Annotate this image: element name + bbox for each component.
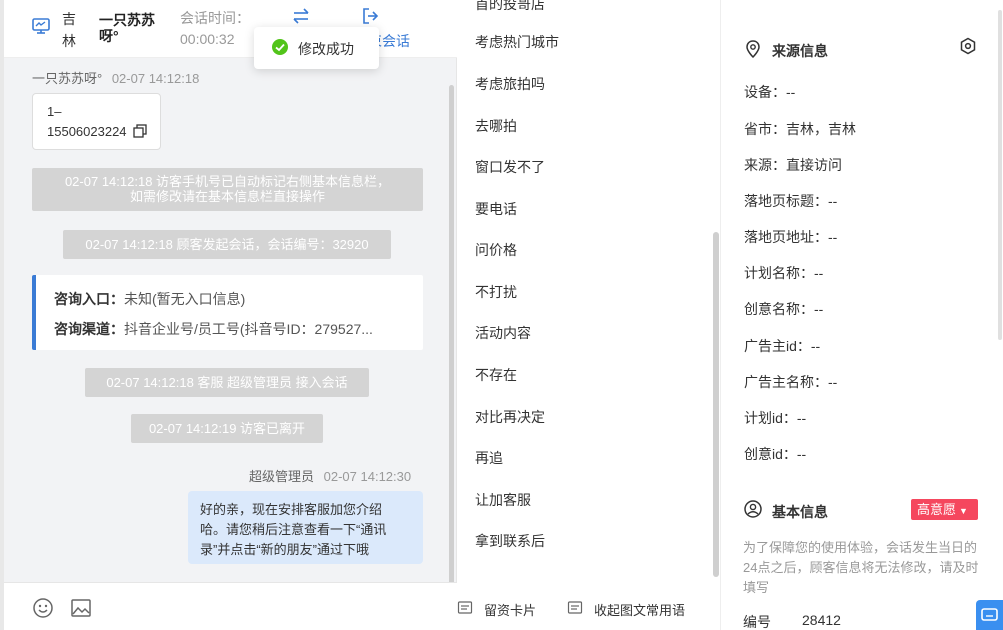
visitor-meta-name: 一只苏苏呀° xyxy=(32,71,103,86)
phrase-item[interactable]: 去哪拍 xyxy=(475,116,517,136)
chat-header: 吉林 一只苏苏呀° 会话时间： 00:00:32 束会话 xyxy=(4,0,457,58)
exit-icon[interactable] xyxy=(360,6,380,26)
left-edge xyxy=(0,0,4,630)
system-text-line: 如需修改请在基本信息栏直接操作 xyxy=(129,189,325,204)
phone-card: 1– 15506023224 xyxy=(32,93,161,150)
copy-icon[interactable] xyxy=(133,124,147,138)
image-icon[interactable] xyxy=(70,597,92,619)
phrase-item[interactable]: 拿到联系后 xyxy=(475,531,545,551)
field-creative-name: 创意名称：-- xyxy=(744,301,824,317)
card-icon xyxy=(457,600,473,616)
collapse-phrases-button[interactable]: 收起图文常用语 xyxy=(594,600,685,619)
phrase-item[interactable]: 活动内容 xyxy=(475,323,531,343)
phrase-bottom-bar: 留资卡片 收起图文常用语 xyxy=(457,583,720,630)
phrase-item[interactable]: 要电话 xyxy=(475,199,517,219)
agent-meta-name: 超级管理员 xyxy=(249,469,315,484)
quick-phrase-list: 首的投哥店 考虑热门城市 考虑旅拍吗 去哪拍 窗口发不了 要电话 问价格 不打扰… xyxy=(457,0,720,630)
list-icon xyxy=(567,600,583,616)
agent-meta-time: 02-07 14:12:30 xyxy=(323,469,412,484)
phone-number: 15506023224 xyxy=(47,124,127,139)
consult-entry-label: 咨询入口： xyxy=(54,291,124,307)
phrase-item[interactable]: 首的投哥店 xyxy=(475,0,545,14)
phone-line1: 1– xyxy=(47,104,62,119)
visitor-message-meta: 一只苏苏呀° 02-07 14:12:18 xyxy=(32,68,199,87)
agent-message-bubble: 好的亲，现在安排客服加您介绍 哈。请您稍后注意查看一下“通讯 录”并点击“新的朋… xyxy=(188,491,423,564)
phrase-item[interactable]: 对比再决定 xyxy=(475,407,545,427)
chat-scrollbar[interactable] xyxy=(449,85,454,585)
system-message-phone-marked: 02-07 14:12:18 访客手机号已自动标记右侧基本信息栏， 如需修改请在… xyxy=(32,168,423,211)
caret-down-icon: ▼ xyxy=(959,506,968,516)
side-scrollbar[interactable] xyxy=(998,10,1002,340)
visitor-name: 一只苏苏呀° xyxy=(99,12,155,44)
phrase-item[interactable]: 考虑热门城市 xyxy=(475,32,559,52)
consult-info-card: 咨询入口：未知(暂无入口信息) 咨询渠道：抖音企业号/员工号(抖音号ID：279… xyxy=(32,275,423,350)
chat-panel: 吉林 一只苏苏呀° 会话时间： 00:00:32 束会话 修改成功 一只苏苏呀°… xyxy=(0,0,457,630)
field-landing-title: 落地页标题：-- xyxy=(744,193,838,209)
consult-channel-label: 咨询渠道： xyxy=(54,321,124,337)
phrase-item[interactable]: 再追 xyxy=(475,448,503,468)
field-advertiser-name: 广告主名称：-- xyxy=(744,374,838,390)
location-pin-icon xyxy=(745,40,761,59)
field-device: 设备：-- xyxy=(744,84,796,100)
field-plan-name: 计划名称：-- xyxy=(744,265,824,281)
app: 吉林 一只苏苏呀° 会话时间： 00:00:32 束会话 修改成功 一只苏苏呀°… xyxy=(0,0,1003,630)
visitor-meta-time: 02-07 14:12:18 xyxy=(111,71,200,86)
agent-message-line: 哈。请您稍后注意查看一下“通讯 xyxy=(200,522,387,537)
consult-entry: 咨询入口：未知(暂无入口信息) xyxy=(54,289,245,309)
system-message-agent-join: 02-07 14:12:18 客服 超级管理员 接入会话 xyxy=(85,368,369,397)
consult-entry-value: 未知(暂无入口信息) xyxy=(124,291,246,307)
basic-info-notice: 为了保障您的使用体验，会话发生当日的24点之后，顾客信息将无法修改，请及时填写 xyxy=(743,540,979,595)
visitor-location: 吉林 xyxy=(62,11,76,49)
consult-channel: 咨询渠道：抖音企业号/员工号(抖音号ID：279527... xyxy=(54,319,373,339)
customer-id-value: 28412 xyxy=(802,612,841,628)
toast-text: 修改成功 xyxy=(298,41,354,57)
field-advertiser-id: 广告主id：-- xyxy=(744,338,821,354)
consult-channel-value: 抖音企业号/员工号(抖音号ID：279527... xyxy=(124,321,373,337)
field-plan-id: 计划id：-- xyxy=(744,410,807,426)
phrase-item[interactable]: 考虑旅拍吗 xyxy=(475,74,545,94)
composer-toolbar xyxy=(4,582,457,630)
agent-message-line: 好的亲，现在安排客服加您介绍 xyxy=(200,502,383,517)
basic-info-title: 基本信息 xyxy=(772,504,828,520)
field-creative-id: 创意id：-- xyxy=(744,446,807,462)
source-info-title: 来源信息 xyxy=(772,43,828,59)
phrase-item[interactable]: 让加客服 xyxy=(475,490,531,510)
check-icon xyxy=(272,39,288,55)
field-source: 来源：直接访问 xyxy=(744,157,842,173)
session-time-label: 会话时间： xyxy=(180,10,250,26)
phrase-item[interactable]: 不打扰 xyxy=(475,282,517,302)
phrases-scrollbar[interactable] xyxy=(713,232,719,577)
settings-icon[interactable] xyxy=(959,37,977,55)
phrase-item[interactable]: 窗口发不了 xyxy=(475,157,545,177)
success-toast: 修改成功 xyxy=(254,27,379,69)
transfer-icon[interactable] xyxy=(291,6,311,26)
customer-info-panel: 来源信息 设备：-- 省市：吉林，吉林 来源：直接访问 落地页标题：-- 落地页… xyxy=(720,0,1003,630)
customer-id-label: 编号 xyxy=(743,614,771,630)
lead-card-button[interactable]: 留资卡片 xyxy=(484,600,536,619)
chat-float-button[interactable] xyxy=(976,600,1003,630)
agent-message-meta: 超级管理员 02-07 14:12:30 xyxy=(249,466,411,485)
agent-message-line: 录”并点击“新的朋友”通过下哦 xyxy=(200,542,369,557)
monitor-icon xyxy=(31,16,51,36)
system-text-line: 02-07 14:12:18 访客手机号已自动标记右侧基本信息栏， xyxy=(64,174,391,189)
intent-badge[interactable]: 高意愿 ▼ xyxy=(911,499,978,520)
intent-badge-label: 高意愿 xyxy=(917,502,957,517)
session-time: 00:00:32 xyxy=(180,31,235,47)
phrase-item[interactable]: 不存在 xyxy=(475,365,517,385)
system-message-session-start: 02-07 14:12:18 顾客发起会话，会话编号：32920 xyxy=(63,230,391,259)
user-icon xyxy=(744,500,762,518)
phrase-item[interactable]: 问价格 xyxy=(475,240,517,260)
field-province-city: 省市：吉林，吉林 xyxy=(744,121,856,137)
field-landing-url: 落地页地址：-- xyxy=(744,229,838,245)
emoji-icon[interactable] xyxy=(32,597,54,619)
system-message-visitor-left: 02-07 14:12:19 访客已离开 xyxy=(131,414,323,443)
